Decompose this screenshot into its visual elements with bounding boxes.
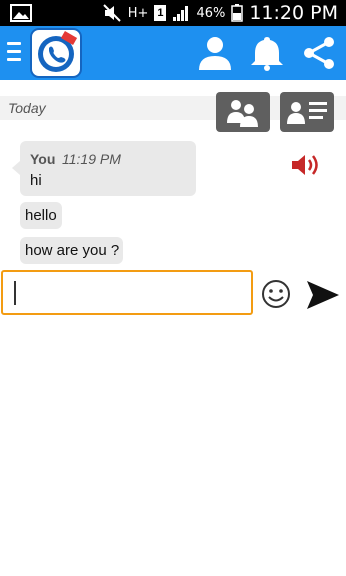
notification-bell-icon[interactable]: [248, 34, 286, 72]
profile-icon[interactable]: [196, 34, 234, 72]
message-input[interactable]: [3, 272, 251, 313]
sim-slot-number: 1: [157, 7, 164, 19]
group-contacts-icon: [227, 100, 258, 127]
message-text: hello: [25, 207, 57, 224]
logo-phone-icon: [38, 31, 78, 72]
text-caret: [14, 281, 16, 305]
mute-icon: [103, 4, 121, 22]
contact-card-icon: [287, 102, 327, 124]
sim-icon: 1: [154, 5, 167, 21]
message-time: 11:19 PM: [62, 151, 121, 167]
network-type: H+: [127, 5, 149, 21]
send-icon[interactable]: [305, 279, 341, 311]
message-bubble[interactable]: You 11:19 PM hi: [12, 141, 196, 196]
status-bar: H+ 1 46% 11:20 PM: [0, 0, 346, 26]
message-text: hi: [30, 172, 42, 189]
menu-icon[interactable]: [7, 42, 21, 64]
battery-percent: 46%: [196, 5, 226, 21]
message-bubble[interactable]: how are you ?: [20, 237, 123, 264]
signal-icon: [173, 6, 189, 21]
speaker-icon[interactable]: [290, 152, 320, 178]
date-label: Today: [8, 100, 46, 116]
message-text: how are you ?: [25, 242, 120, 259]
bubble-tail: [12, 161, 20, 175]
share-icon[interactable]: [300, 34, 338, 72]
app-logo[interactable]: [30, 28, 82, 78]
message-bubble[interactable]: hello: [20, 202, 62, 229]
image-icon: [10, 4, 32, 22]
group-contacts-button[interactable]: [216, 92, 270, 132]
app-bar: [0, 26, 346, 80]
clock: 11:20 PM: [249, 2, 338, 24]
contact-card-button[interactable]: [280, 92, 334, 132]
battery-icon: [231, 4, 244, 22]
message-sender: You: [30, 151, 56, 167]
message-input-box[interactable]: [1, 270, 253, 315]
smiley-icon[interactable]: [261, 279, 291, 309]
